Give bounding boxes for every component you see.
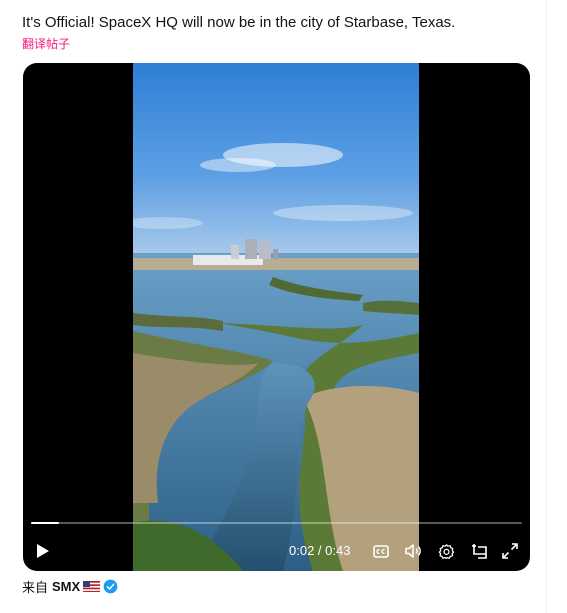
source-author-link[interactable]: SMX xyxy=(52,579,80,594)
volume-icon xyxy=(405,544,421,558)
pip-icon xyxy=(471,544,487,559)
play-icon xyxy=(37,544,49,558)
fullscreen-button[interactable] xyxy=(500,541,520,561)
progress-bar-fill xyxy=(31,522,59,524)
us-flag-icon xyxy=(83,580,101,592)
time-display: 0:02 / 0:43 xyxy=(289,543,351,558)
captions-icon xyxy=(373,544,389,558)
verified-badge-icon xyxy=(103,579,118,593)
source-from-label: 来自 xyxy=(22,579,49,595)
volume-button[interactable] xyxy=(403,541,423,561)
translate-post-link[interactable]: 翻译帖子 xyxy=(22,36,70,52)
post-text: It's Official! SpaceX HQ will now be in … xyxy=(22,14,456,31)
captions-button[interactable] xyxy=(371,541,391,561)
timeline-divider xyxy=(546,0,547,613)
video-player[interactable]: 0:02 / 0:43 xyxy=(23,63,530,571)
post-actions-row xyxy=(22,607,282,613)
fullscreen-icon xyxy=(502,543,518,559)
progress-bar[interactable] xyxy=(31,522,522,524)
settings-icon xyxy=(438,543,454,559)
play-button[interactable] xyxy=(31,540,55,562)
video-frame xyxy=(133,63,419,571)
post-source: 来自 SMX xyxy=(22,577,118,595)
settings-button[interactable] xyxy=(436,541,456,561)
picture-in-picture-button[interactable] xyxy=(469,541,489,561)
